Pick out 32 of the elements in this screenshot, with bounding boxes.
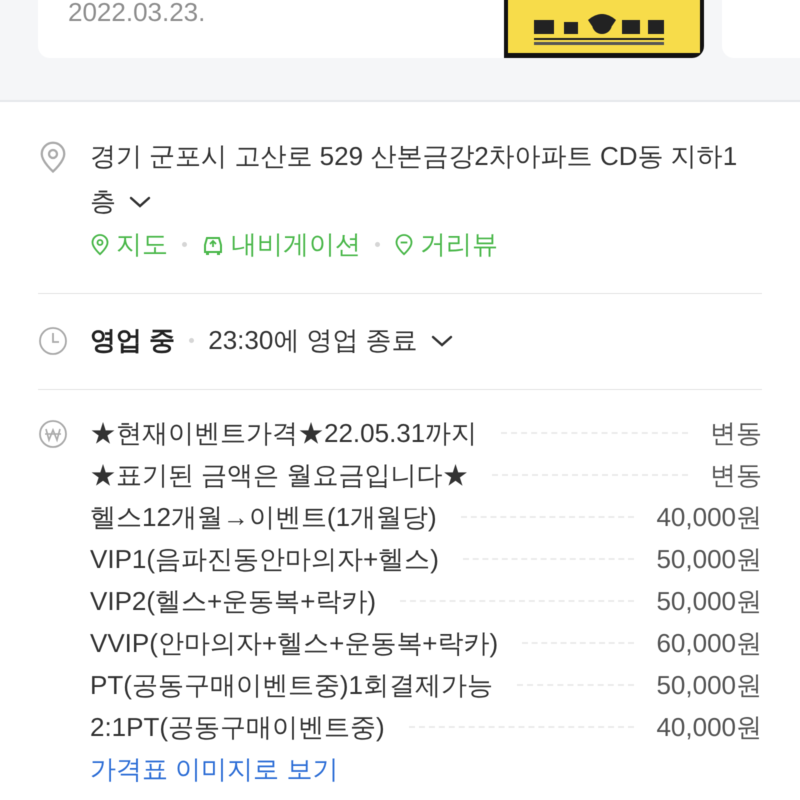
clock-icon xyxy=(38,326,68,356)
price-value: 변동 xyxy=(710,416,762,450)
review-card[interactable]: 2022.03.23. xyxy=(38,0,704,58)
price-item-name: ★현재이벤트가격★22.05.31까지 xyxy=(90,416,478,450)
open-status: 영업 중 xyxy=(90,324,176,357)
closing-time: 23:30에 영업 종료 xyxy=(208,324,418,357)
price-item-name: PT(공동구매이벤트중)1회결제가능 xyxy=(90,668,493,702)
chevron-down-icon[interactable] xyxy=(430,334,454,348)
price-value: 50,000원 xyxy=(656,668,762,702)
map-pin-icon xyxy=(90,232,110,258)
price-image-link[interactable]: 가격표 이미지로 보기 xyxy=(90,752,338,787)
location-pin-icon xyxy=(394,232,414,258)
price-item-name: VVIP(안마의자+헬스+운동복+락카) xyxy=(90,626,498,660)
price-value: 변동 xyxy=(710,458,762,492)
price-item-name: VIP1(음파진동안마의자+헬스) xyxy=(90,542,439,576)
price-item-name: ★표기된 금액은 월요금입니다★ xyxy=(90,458,468,492)
map-link[interactable]: 지도 xyxy=(90,222,168,267)
address-text: 층 xyxy=(90,185,116,218)
streetview-link[interactable]: 거리뷰 xyxy=(394,222,498,267)
price-value: 40,000원 xyxy=(656,500,762,534)
price-item-name: 2:1PT(공동구매이벤트중) xyxy=(90,710,385,744)
price-item-name: VIP2(헬스+운동복+락카) xyxy=(90,584,376,618)
price-value: 60,000원 xyxy=(656,626,762,660)
review-date: 2022.03.23. xyxy=(67,0,206,29)
chevron-down-icon[interactable] xyxy=(128,194,152,208)
price-value: 40,000원 xyxy=(656,710,762,744)
address-text: 경기 군포시 고산로 529 산본금강2차아파트 CD동 지하1 xyxy=(90,140,738,173)
price-item-name: 헬스12개월→이벤트(1개월당) xyxy=(90,500,437,534)
price-value: 50,000원 xyxy=(656,542,762,576)
navigation-link[interactable]: 내비게이션 xyxy=(201,222,361,267)
price-value: 50,000원 xyxy=(656,584,762,618)
won-icon xyxy=(38,419,68,449)
